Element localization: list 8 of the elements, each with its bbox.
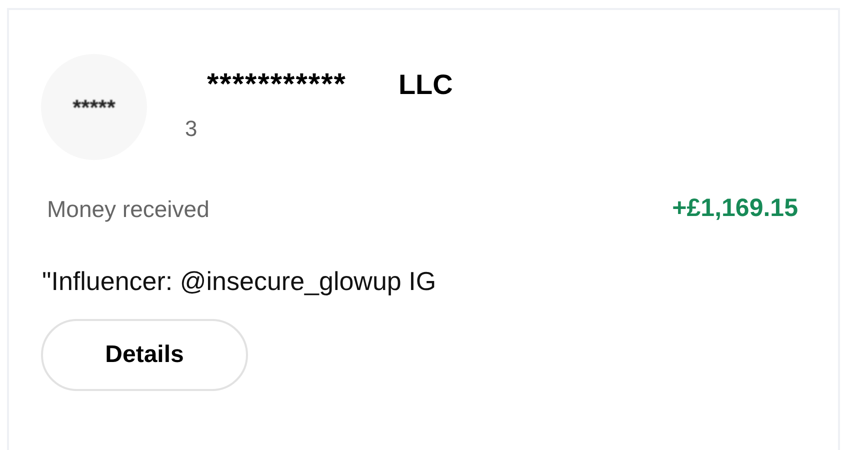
transaction-amount: +£1,169.15	[672, 193, 798, 224]
transaction-label: Money received	[47, 194, 210, 224]
merchant-suffix: LLC	[398, 71, 453, 99]
merchant-name: ***********	[207, 70, 346, 100]
avatar-initials: *****	[72, 94, 116, 122]
transaction-note: "Influencer: @insecure_glowup IG	[42, 266, 436, 296]
merchant-subtitle: 3	[185, 118, 198, 140]
details-button[interactable]: Details	[41, 318, 248, 390]
